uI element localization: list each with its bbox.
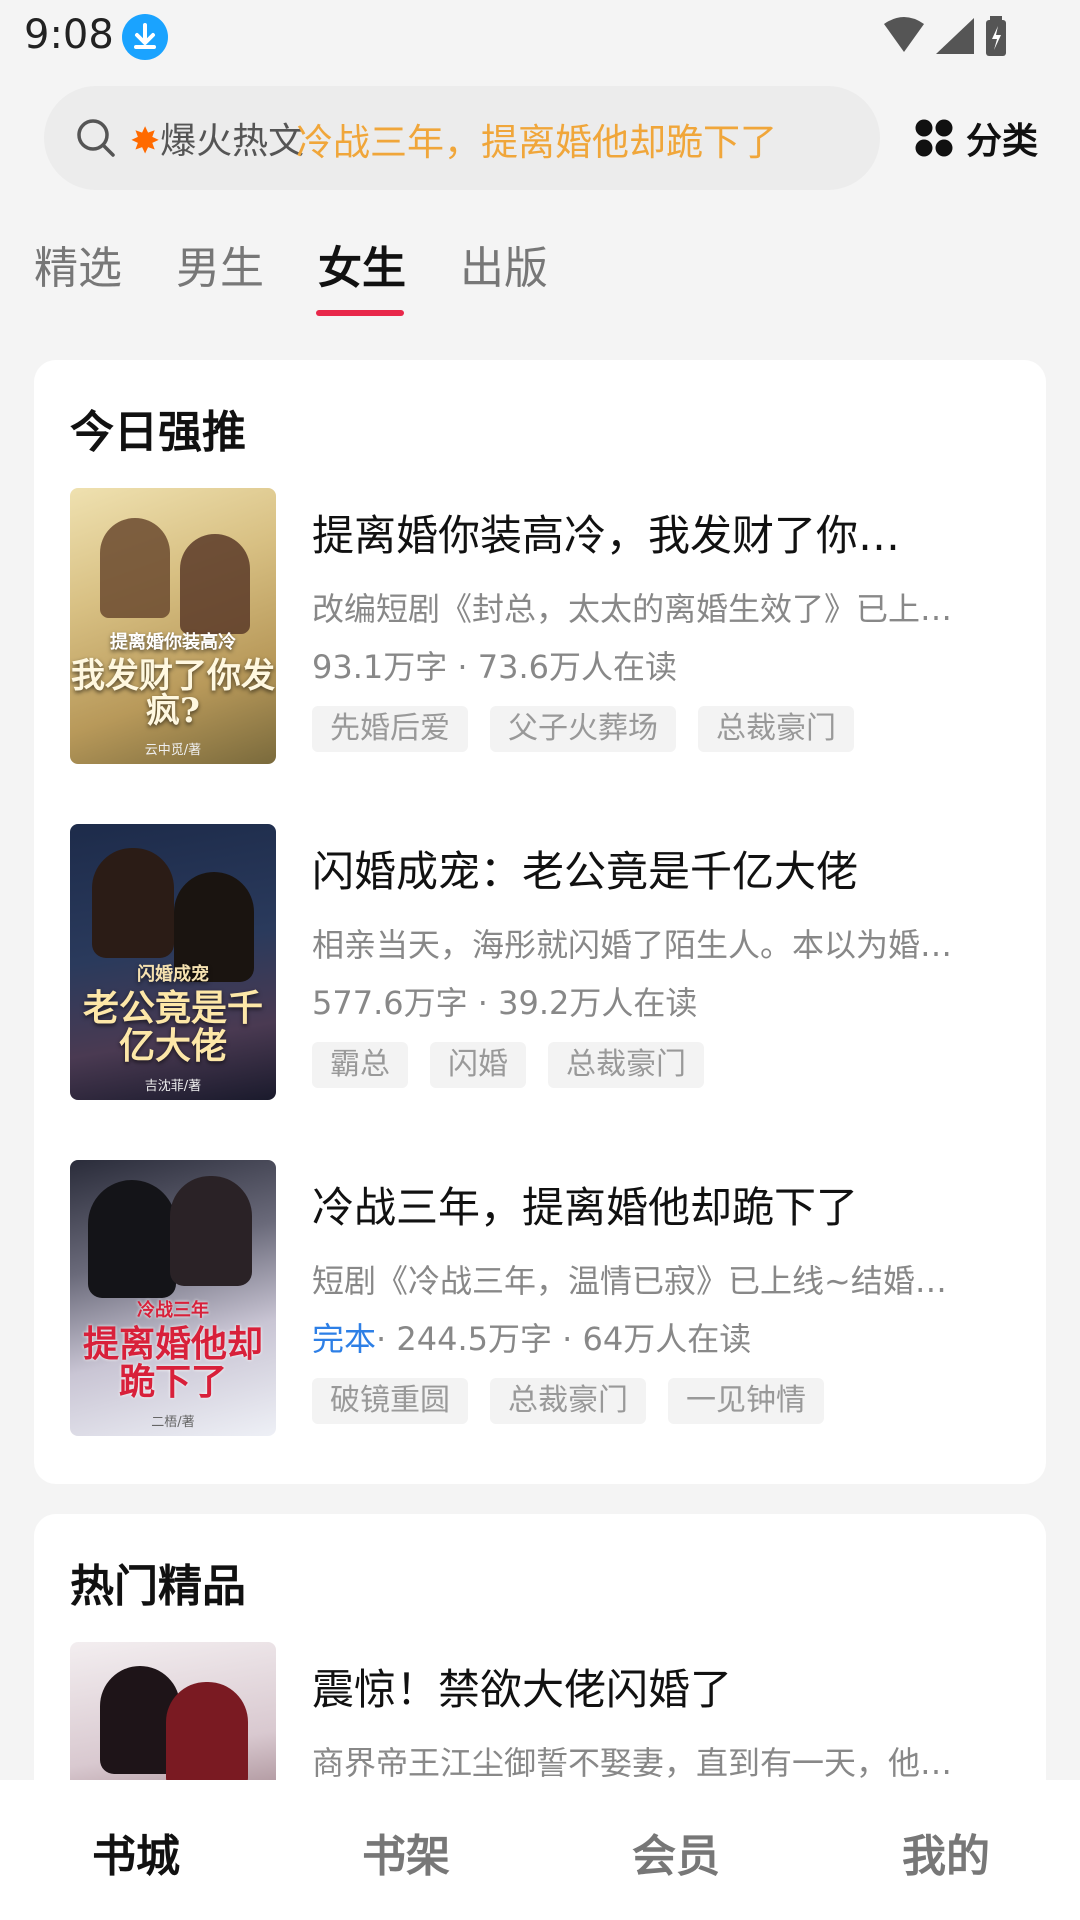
book-title: 闪婚成宠：老公竟是千亿大佬: [312, 847, 859, 896]
book-cover[interactable]: 冷战三年 提离婚他却跪下了 二梧/著: [70, 1160, 276, 1436]
nav-profile[interactable]: 我的: [902, 1820, 990, 1884]
tab-featured[interactable]: 精选: [34, 232, 122, 296]
tag[interactable]: 总裁豪门: [548, 1042, 704, 1088]
search-row: ✸爆火热文 冷战三年，提离婚他却跪下了 分类: [0, 86, 1080, 190]
system-icons: [884, 16, 1006, 56]
book-title: 震惊！禁欲大佬闪婚了: [312, 1665, 733, 1714]
hot-label: 爆火热文: [160, 121, 305, 162]
cover-title: 冷战三年 提离婚他却跪下了: [82, 1299, 263, 1404]
book-description: 商界帝王江尘御誓不娶妻，直到有一天，他…: [312, 1744, 953, 1782]
grid-icon: [915, 119, 953, 157]
tab-published[interactable]: 出版: [460, 232, 548, 296]
tag-list: 破镜重圆 总裁豪门 一见钟情: [312, 1378, 846, 1424]
book-meta: 577.6万字 · 39.2万人在读: [312, 984, 698, 1022]
search-icon: [77, 119, 115, 157]
cover-author: 云中觅/著: [144, 743, 202, 758]
signal-icon: [936, 18, 974, 54]
book-meta: 93.1万字 · 73.6万人在读: [312, 648, 678, 686]
status-time: 9:08: [24, 12, 114, 58]
book-meta-text: · 244.5万字 · 64万人在读: [376, 1320, 752, 1358]
section-hot-picks: 热门精品 震惊！禁欲大佬闪婚了 商界帝王江尘御誓不娶妻，直到有一天，他…: [34, 1514, 1046, 1814]
tag[interactable]: 闪婚: [430, 1042, 526, 1088]
search-box[interactable]: ✸爆火热文 冷战三年，提离婚他却跪下了: [44, 86, 880, 190]
completed-badge: 完本: [312, 1320, 377, 1358]
tag[interactable]: 父子火葬场: [490, 706, 676, 752]
book-item[interactable]: 提离婚你装高冷 我发财了你发疯? 云中觅/著 提离婚你装高冷，我发财了你… 改编…: [70, 488, 1010, 764]
tag-list: 霸总 闪婚 总裁豪门: [312, 1042, 726, 1088]
book-description: 短剧《冷战三年，温情已寂》已上线~结婚…: [312, 1262, 947, 1300]
category-button[interactable]: 分类: [914, 106, 1038, 170]
book-title: 提离婚你装高冷，我发财了你…: [312, 511, 901, 560]
cover-author: 二梧/著: [151, 1415, 195, 1430]
tag-list: 先婚后爱 父子火葬场 总裁豪门: [312, 706, 876, 752]
book-description: 改编短剧《封总，太太的离婚生效了》已上…: [312, 590, 953, 628]
cover-author: 吉沈菲/著: [144, 1079, 202, 1094]
channel-tabs: 精选 男生 女生 出版: [0, 226, 1080, 326]
tag[interactable]: 总裁豪门: [698, 706, 854, 752]
nav-membership[interactable]: 会员: [632, 1820, 720, 1884]
tag[interactable]: 霸总: [312, 1042, 408, 1088]
hot-badge: ✸爆火热文: [130, 112, 304, 164]
category-label: 分类: [966, 121, 1039, 162]
book-meta: 完本· 244.5万字 · 64万人在读: [312, 1314, 751, 1360]
wifi-icon: [884, 17, 924, 52]
search-suggestion[interactable]: 冷战三年，提离婚他却跪下了: [296, 112, 777, 166]
tab-female[interactable]: 女生: [318, 232, 406, 296]
tag[interactable]: 总裁豪门: [490, 1378, 646, 1424]
book-title: 冷战三年，提离婚他却跪下了: [312, 1183, 859, 1232]
tag[interactable]: 破镜重圆: [312, 1378, 468, 1424]
tag[interactable]: 先婚后爱: [312, 706, 468, 752]
book-item[interactable]: 闪婚成宠 老公竟是千亿大佬 吉沈菲/著 闪婚成宠：老公竟是千亿大佬 相亲当天，海…: [70, 824, 1010, 1100]
book-cover[interactable]: 闪婚成宠 老公竟是千亿大佬 吉沈菲/著: [70, 824, 276, 1100]
battery-icon: [986, 16, 1006, 56]
status-bar: 9:08: [0, 0, 1080, 72]
nav-bookstore[interactable]: 书城: [92, 1820, 180, 1884]
section-title: 今日强推: [70, 407, 246, 458]
book-cover[interactable]: 提离婚你装高冷 我发财了你发疯? 云中觅/著: [70, 488, 276, 764]
tag[interactable]: 一见钟情: [668, 1378, 824, 1424]
active-tab-indicator: [316, 310, 404, 316]
cover-title: 提离婚你装高冷 我发财了你发疯?: [71, 631, 275, 732]
section-today-recommend: 今日强推 提离婚你装高冷 我发财了你发疯? 云中觅/著 提离婚你装高冷，我发财了…: [34, 360, 1046, 1484]
section-title: 热门精品: [70, 1561, 246, 1612]
nav-bookshelf[interactable]: 书架: [362, 1820, 450, 1884]
cover-title: 闪婚成宠 老公竟是千亿大佬: [82, 963, 263, 1068]
tab-male[interactable]: 男生: [176, 232, 264, 296]
burst-icon: ✸: [130, 121, 161, 162]
download-icon: [122, 14, 168, 60]
bottom-nav: 书城 书架 会员 我的: [0, 1780, 1080, 1920]
book-description: 相亲当天，海彤就闪婚了陌生人。本以为婚…: [312, 926, 953, 964]
book-item[interactable]: 冷战三年 提离婚他却跪下了 二梧/著 冷战三年，提离婚他却跪下了 短剧《冷战三年…: [70, 1160, 1010, 1436]
